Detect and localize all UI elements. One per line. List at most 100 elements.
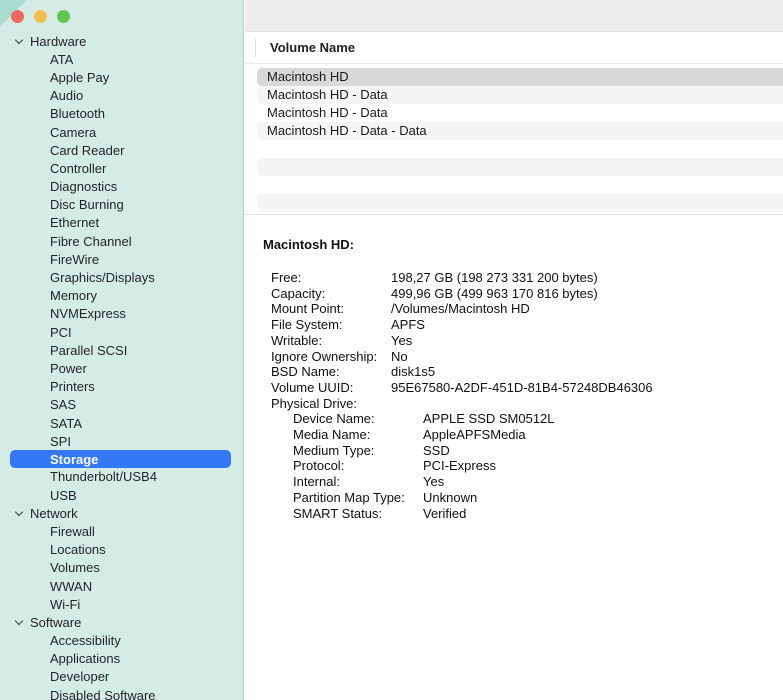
sidebar-item-firewire[interactable]: FireWire bbox=[0, 250, 243, 268]
sidebar-item-camera[interactable]: Camera bbox=[0, 123, 243, 141]
sidebar-item-sata[interactable]: SATA bbox=[0, 414, 243, 432]
sidebar-item-label: Accessibility bbox=[50, 633, 121, 649]
sidebar-section-network[interactable]: Network bbox=[0, 504, 243, 522]
sidebar-item-label: Card Reader bbox=[50, 142, 125, 158]
sidebar-section-hardware[interactable]: Hardware bbox=[0, 32, 243, 50]
sidebar-item-parallel-scsi[interactable]: Parallel SCSI bbox=[0, 341, 243, 359]
sidebar-section-label: Network bbox=[30, 505, 78, 521]
volume-row-3[interactable]: Macintosh HD - Data - Data bbox=[257, 122, 783, 140]
field-value: PCI-Express bbox=[423, 458, 496, 474]
sidebar-item-wwan[interactable]: WWAN bbox=[0, 577, 243, 595]
sidebar-item-diagnostics[interactable]: Diagnostics bbox=[0, 178, 243, 196]
detail-field-partition-map-type: Partition Map Type: Unknown bbox=[263, 490, 783, 506]
sidebar-item-fibre-channel[interactable]: Fibre Channel bbox=[0, 232, 243, 250]
sidebar-item-ethernet[interactable]: Ethernet bbox=[0, 214, 243, 232]
detail-field-bsd-name: BSD Name: disk1s5 bbox=[263, 364, 783, 380]
details-fields: Free: 198,27 GB (198 273 331 200 bytes) … bbox=[263, 270, 783, 521]
main-pane: Volume Name Macintosh HD Macintosh HD - … bbox=[245, 0, 783, 700]
sidebar-item-card-reader[interactable]: Card Reader bbox=[0, 141, 243, 159]
sidebar-item-label: Memory bbox=[50, 288, 97, 304]
detail-field-file-system: File System: APFS bbox=[263, 317, 783, 333]
chevron-down-icon bbox=[12, 616, 25, 629]
sidebar-item-controller[interactable]: Controller bbox=[0, 159, 243, 177]
sidebar-item-ata[interactable]: ATA bbox=[0, 50, 243, 68]
sidebar-item-label: Power bbox=[50, 360, 87, 376]
detail-field-volume-uuid: Volume UUID: 95E67580-A2DF-451D-81B4-572… bbox=[263, 380, 783, 396]
sidebar-section-label: Software bbox=[30, 614, 82, 630]
close-icon[interactable] bbox=[11, 10, 24, 23]
sidebar-item-power[interactable]: Power bbox=[0, 359, 243, 377]
column-header-label: Volume Name bbox=[270, 40, 356, 55]
sidebar-item-label: Thunderbolt/USB4 bbox=[50, 469, 157, 485]
sidebar-item-spi[interactable]: SPI bbox=[0, 432, 243, 450]
sidebar-item-apple-pay[interactable]: Apple Pay bbox=[0, 68, 243, 86]
volume-name-cell: Macintosh HD - Data bbox=[267, 87, 388, 102]
volume-table-header[interactable]: Volume Name bbox=[245, 32, 783, 64]
sidebar-item-volumes[interactable]: Volumes bbox=[0, 559, 243, 577]
detail-field-capacity: Capacity: 499,96 GB (499 963 170 816 byt… bbox=[263, 286, 783, 302]
volume-name-cell: Macintosh HD - Data bbox=[267, 105, 388, 120]
sidebar-item-locations[interactable]: Locations bbox=[0, 541, 243, 559]
sidebar-item-label: Apple Pay bbox=[50, 69, 110, 85]
sidebar-item-wi-fi[interactable]: Wi-Fi bbox=[0, 595, 243, 613]
field-label: Writable: bbox=[271, 332, 323, 348]
sidebar-item-label: Ethernet bbox=[50, 215, 100, 231]
details-title: Macintosh HD: bbox=[263, 237, 354, 252]
window-controls bbox=[11, 10, 70, 23]
field-value: APFS bbox=[391, 317, 425, 333]
column-divider bbox=[255, 39, 256, 57]
field-label: Free: bbox=[271, 270, 302, 285]
sidebar: Hardware ATA Apple Pay Audio Bluetooth C… bbox=[0, 0, 244, 700]
sidebar-item-sas[interactable]: SAS bbox=[0, 396, 243, 414]
field-label: Mount Point: bbox=[271, 301, 344, 317]
field-label: Device Name: bbox=[293, 411, 375, 427]
sidebar-item-applications[interactable]: Applications bbox=[0, 650, 243, 668]
sidebar-item-label: WWAN bbox=[50, 578, 93, 594]
zoom-icon[interactable] bbox=[57, 10, 70, 23]
volume-name-cell: Macintosh HD bbox=[267, 69, 349, 84]
volume-row-1[interactable]: Macintosh HD - Data bbox=[257, 86, 783, 104]
field-label: Protocol: bbox=[293, 458, 345, 474]
sidebar-item-usb[interactable]: USB bbox=[0, 486, 243, 504]
sidebar-item-label: Parallel SCSI bbox=[50, 342, 128, 358]
details-pane: Macintosh HD: Free: 198,27 GB (198 273 3… bbox=[245, 215, 783, 522]
detail-field-ignore-ownership: Ignore Ownership: No bbox=[263, 349, 783, 365]
sidebar-section-software[interactable]: Software bbox=[0, 613, 243, 631]
detail-field-mount-point: Mount Point: /Volumes/Macintosh HD bbox=[263, 301, 783, 317]
detail-field-internal: Internal: Yes bbox=[263, 474, 783, 490]
field-label: Ignore Ownership: bbox=[271, 348, 378, 364]
sidebar-item-disc-burning[interactable]: Disc Burning bbox=[0, 196, 243, 214]
field-value: disk1s5 bbox=[391, 364, 436, 380]
minimize-icon[interactable] bbox=[34, 10, 47, 23]
empty-row bbox=[257, 194, 783, 212]
detail-field-protocol: Protocol: PCI-Express bbox=[263, 458, 783, 474]
sidebar-item-label: USB bbox=[50, 487, 77, 503]
sidebar-item-label: Diagnostics bbox=[50, 179, 118, 195]
sidebar-item-label: Firewall bbox=[50, 523, 95, 539]
sidebar-item-pci[interactable]: PCI bbox=[0, 323, 243, 341]
volume-table: Macintosh HD Macintosh HD - Data Macinto… bbox=[245, 68, 783, 212]
volume-row-0[interactable]: Macintosh HD bbox=[257, 68, 783, 86]
sidebar-item-disabled-software[interactable]: Disabled Software bbox=[0, 686, 243, 700]
field-label: Medium Type: bbox=[293, 442, 375, 458]
sidebar-item-nvmexpress[interactable]: NVMExpress bbox=[0, 305, 243, 323]
sidebar-item-printers[interactable]: Printers bbox=[0, 378, 243, 396]
sidebar-item-label: SATA bbox=[50, 415, 83, 431]
sidebar-item-storage[interactable]: Storage bbox=[10, 450, 231, 468]
sidebar-item-audio[interactable]: Audio bbox=[0, 87, 243, 105]
sidebar-item-developer[interactable]: Developer bbox=[0, 668, 243, 686]
sidebar-item-label: PCI bbox=[50, 324, 72, 340]
volume-row-2[interactable]: Macintosh HD - Data bbox=[245, 104, 783, 122]
field-label: Media Name: bbox=[293, 427, 371, 443]
sidebar-item-bluetooth[interactable]: Bluetooth bbox=[0, 105, 243, 123]
system-information-window: Hardware ATA Apple Pay Audio Bluetooth C… bbox=[0, 0, 783, 700]
detail-field-smart-status: SMART Status: Verified bbox=[263, 506, 783, 522]
sidebar-item-accessibility[interactable]: Accessibility bbox=[0, 632, 243, 650]
sidebar-item-label: Developer bbox=[50, 669, 110, 685]
sidebar-item-memory[interactable]: Memory bbox=[0, 287, 243, 305]
sidebar-item-thunderbolt-usb4[interactable]: Thunderbolt/USB4 bbox=[0, 468, 243, 486]
sidebar-item-label: Applications bbox=[50, 651, 121, 667]
sidebar-item-firewall[interactable]: Firewall bbox=[0, 522, 243, 540]
sidebar-item-graphics-displays[interactable]: Graphics/Displays bbox=[0, 268, 243, 286]
field-label: Physical Drive: bbox=[271, 395, 357, 411]
